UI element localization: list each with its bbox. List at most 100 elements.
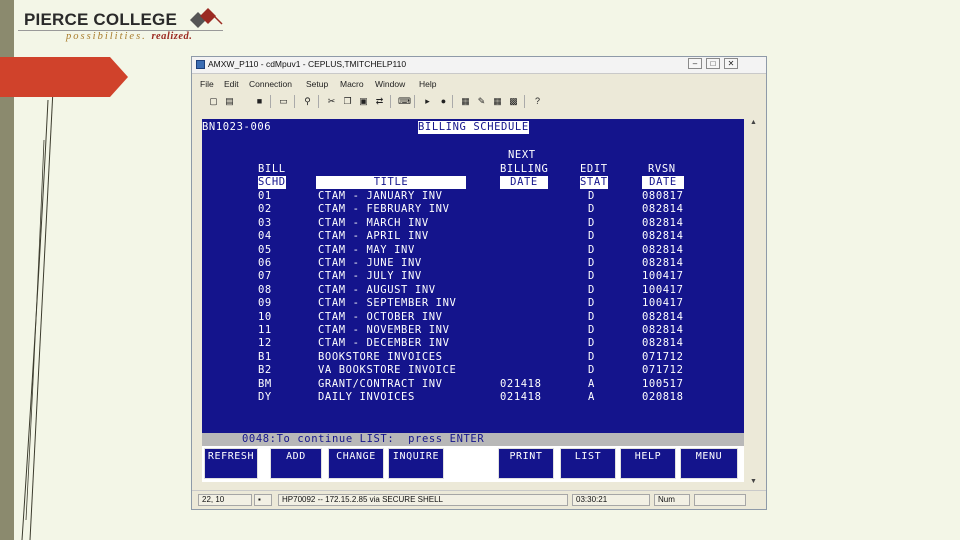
row-rvsn-date: 082814	[642, 243, 684, 256]
row-rvsn-date: 082814	[642, 216, 684, 229]
close-icon[interactable]: ✕	[724, 58, 738, 69]
terminal-screen[interactable]: BN1023-006 BILLING SCHEDULE BILL SCHD TI…	[202, 119, 744, 479]
menu-edit[interactable]: Edit	[224, 79, 239, 89]
menu-button[interactable]: MENU	[680, 448, 738, 479]
menu-file[interactable]: File	[200, 79, 214, 89]
menu-help[interactable]: Help	[419, 79, 436, 89]
row-title: CTAM - OCTOBER INV	[318, 310, 443, 323]
add-button[interactable]: ADD	[270, 448, 322, 479]
row-schd: 07	[258, 270, 272, 283]
logo-mark-icon	[190, 8, 223, 28]
row-stat: A	[588, 377, 595, 390]
header-bill: BILL	[258, 163, 286, 175]
menu-connection[interactable]: Connection	[249, 79, 292, 89]
play-icon[interactable]: ▸	[422, 96, 433, 107]
screen-id: BN1023-006	[202, 121, 272, 133]
menu-macro[interactable]: Macro	[340, 79, 364, 89]
new-file-icon[interactable]: ▢	[208, 96, 219, 107]
row-title: CTAM - FEBRUARY INV	[318, 203, 450, 216]
record-icon[interactable]: ●	[438, 96, 449, 107]
row-rvsn-date: 082814	[642, 337, 684, 350]
row-schd: 10	[258, 310, 272, 323]
change-button[interactable]: CHANGE	[328, 448, 384, 479]
message-bar: 0048:To continue LIST: press ENTER	[202, 433, 744, 446]
header-stat: STAT	[580, 176, 608, 189]
row-stat: D	[588, 364, 595, 377]
row-stat: D	[588, 297, 595, 310]
row-schd: 11	[258, 324, 272, 336]
row-stat: D	[588, 243, 595, 256]
lock-icon: ▪	[254, 494, 272, 506]
row-rvsn-date: 082814	[642, 324, 684, 336]
grid-icon[interactable]: ▦	[492, 96, 503, 107]
row-rvsn-date: 082814	[642, 257, 684, 269]
row-schd: 02	[258, 203, 272, 216]
save-icon[interactable]: ■	[254, 96, 265, 107]
refresh-button[interactable]: REFRESH	[204, 448, 258, 479]
window-grid-icon[interactable]: ▦	[460, 96, 471, 107]
row-title: CTAM - DECEMBER INV	[318, 337, 450, 350]
header-next: NEXT	[508, 149, 536, 161]
tagline-bold: realized.	[151, 31, 193, 42]
inquire-button[interactable]: INQUIRE	[388, 448, 444, 479]
header-next-date: DATE	[500, 176, 548, 189]
maximize-icon[interactable]: □	[706, 58, 720, 69]
row-stat: D	[588, 257, 595, 269]
row-schd: 09	[258, 297, 272, 310]
header-rvsn-date: DATE	[642, 176, 684, 189]
row-title: CTAM - JULY INV	[318, 270, 422, 283]
row-title: CTAM - JUNE INV	[318, 257, 422, 269]
row-title: CTAM - AUGUST INV	[318, 283, 436, 296]
help-context-icon[interactable]: ?	[532, 96, 543, 107]
row-stat: D	[588, 337, 595, 350]
row-rvsn-date: 100417	[642, 283, 684, 296]
logo-tagline: possibilities. realized.	[66, 31, 192, 42]
copy-icon[interactable]: ❐	[342, 96, 353, 107]
row-title: VA BOOKSTORE INVOICE	[318, 364, 457, 377]
window-titlebar[interactable]: AMXW_P110 - cdMpuv1 - CEPLUS,TMITCHELP11…	[192, 57, 766, 74]
row-rvsn-date: 082814	[642, 203, 684, 216]
row-rvsn-date: 100417	[642, 270, 684, 283]
row-rvsn-date: 080817	[642, 190, 684, 202]
scroll-down-icon[interactable]: ▼	[750, 478, 757, 485]
print-button[interactable]: PRINT	[498, 448, 554, 479]
row-stat: D	[588, 350, 595, 363]
list-button[interactable]: LIST	[560, 448, 616, 479]
header-billing: BILLING	[500, 163, 549, 175]
transfer-icon[interactable]: ⇄	[374, 96, 385, 107]
menu-setup[interactable]: Setup	[306, 79, 328, 89]
row-stat: D	[588, 203, 595, 216]
row-title: CTAM - APRIL INV	[318, 230, 429, 243]
open-folder-icon[interactable]: ▤	[224, 96, 235, 107]
header-schd: SCHD	[258, 176, 286, 189]
row-title: CTAM - MARCH INV	[318, 216, 429, 229]
vertical-scrollbar[interactable]: ▲ ▼	[748, 119, 760, 485]
edit-icon[interactable]: ✎	[476, 96, 487, 107]
tagline-text: possibilities.	[66, 31, 147, 42]
num-lock: Num	[654, 494, 690, 506]
menu-window[interactable]: Window	[375, 79, 405, 89]
print-icon[interactable]: ▭	[278, 96, 289, 107]
row-stat: D	[588, 310, 595, 323]
help-button[interactable]: HELP	[620, 448, 676, 479]
session-time: 03:30:21	[572, 494, 650, 506]
minimize-icon[interactable]: –	[688, 58, 702, 69]
find-icon[interactable]: ⚲	[302, 96, 313, 107]
function-keys: REFRESH ADD CHANGE INQUIRE PRINT LIST HE…	[202, 446, 744, 482]
paste-icon[interactable]: ▣	[358, 96, 369, 107]
keyboard-icon[interactable]: ⌨	[398, 96, 411, 107]
row-stat: D	[588, 324, 595, 336]
row-schd: BM	[258, 377, 272, 390]
pierce-college-logo: PIERCE COLLEGE possibilities. realized.	[18, 6, 238, 46]
scroll-up-icon[interactable]: ▲	[750, 119, 757, 126]
window-title: AMXW_P110 - cdMpuv1 - CEPLUS,TMITCHELP11…	[208, 59, 407, 69]
red-arrow-shape	[0, 57, 128, 97]
row-title: CTAM - SEPTEMBER INV	[318, 297, 457, 310]
row-rvsn-date: 082814	[642, 230, 684, 243]
cut-icon[interactable]: ✂	[326, 96, 337, 107]
cursor-position: 22, 10	[198, 494, 252, 506]
terminal-window: AMXW_P110 - cdMpuv1 - CEPLUS,TMITCHELP11…	[191, 56, 767, 510]
row-schd: B1	[258, 350, 272, 363]
row-schd: 04	[258, 230, 272, 243]
grid-alt-icon[interactable]: ▩	[508, 96, 519, 107]
